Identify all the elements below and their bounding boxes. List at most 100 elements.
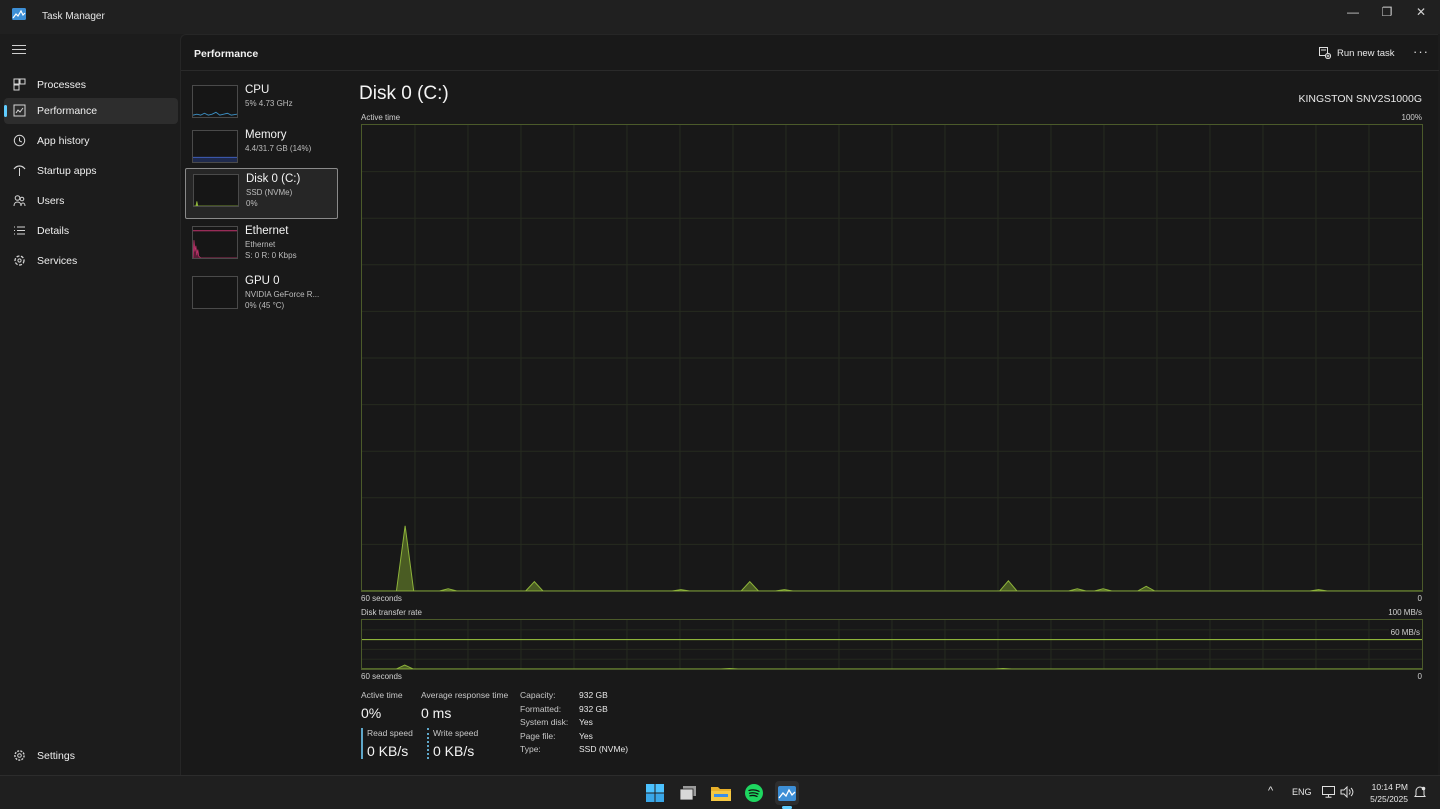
formatted-value: 932 GB <box>579 704 608 714</box>
nav-item-label: Performance <box>37 105 98 117</box>
clock-time: 10:14 PM <box>1371 782 1408 792</box>
cpu-thumbnail-graph <box>192 85 238 118</box>
taskbar-clock[interactable]: 10:14 PM 5/25/2025 <box>1364 781 1408 805</box>
file-explorer-icon[interactable] <box>709 781 733 805</box>
app-history-icon <box>13 134 26 147</box>
windows-start-icon[interactable] <box>643 781 667 805</box>
task-manager-app-icon <box>12 8 26 20</box>
content-header: Performance Run new task ··· <box>181 35 1439 71</box>
nav-item-processes[interactable]: Processes <box>4 72 178 98</box>
window-title: Task Manager <box>42 11 105 22</box>
disk-thumbnail-graph <box>193 174 239 207</box>
capacity-key: Capacity: <box>520 690 556 700</box>
device-name: Memory <box>245 129 287 141</box>
transfer-rate-line-label: 60 MB/s <box>1388 628 1420 637</box>
more-options-button[interactable]: ··· <box>1413 44 1429 59</box>
nav-item-label: Startup apps <box>37 165 97 177</box>
device-gpu-0[interactable]: GPU 0 NVIDIA GeForce R... 0% (45 °C) <box>185 271 338 322</box>
run-new-task-icon <box>1319 47 1331 59</box>
read-speed-indicator <box>361 728 363 759</box>
graph-grid <box>362 620 1422 669</box>
active-time-label: Active time <box>361 113 401 122</box>
notification-icon[interactable] <box>1414 786 1426 799</box>
disk-model: KINGSTON SNV2S1000G <box>1298 93 1422 105</box>
formatted-key: Formatted: <box>520 704 562 714</box>
transfer-rate-zero-label: 0 <box>1417 672 1422 681</box>
users-icon <box>13 195 26 207</box>
device-ethernet[interactable]: Ethernet Ethernet S: 0 R: 0 Kbps <box>185 221 338 272</box>
details-icon <box>14 226 25 235</box>
spotify-icon[interactable] <box>742 781 766 805</box>
device-usage: 0% (45 °C) <box>245 301 285 310</box>
nav-item-label: Users <box>37 195 65 207</box>
ethernet-thumbnail-graph <box>192 226 238 259</box>
startup-apps-icon <box>13 165 26 176</box>
nav-item-startup-apps[interactable]: Startup apps <box>4 158 178 184</box>
performance-panel: Performance Run new task ··· CPU 5% 4.73… <box>180 34 1439 775</box>
device-name: Disk 0 (C:) <box>246 173 301 185</box>
nav-item-label: Details <box>37 225 70 237</box>
nav-item-app-history[interactable]: App history <box>4 128 178 154</box>
nav-item-details[interactable]: Details <box>4 218 178 244</box>
write-speed-label: Write speed <box>433 728 479 738</box>
active-time-stat-label: Active time <box>361 690 403 700</box>
nav-item-label: App history <box>37 135 90 147</box>
show-hidden-icons-chevron[interactable]: ^ <box>1268 785 1273 797</box>
capacity-value: 932 GB <box>579 690 608 700</box>
avg-response-value: 0 ms <box>421 705 452 721</box>
device-usage: 0% <box>246 199 258 208</box>
input-language-indicator[interactable]: ENG <box>1292 787 1312 797</box>
nav-item-services[interactable]: Services <box>4 248 178 274</box>
volume-icon[interactable] <box>1340 786 1354 798</box>
device-disk-0[interactable]: Disk 0 (C:) SSD (NVMe) 0% <box>185 168 338 219</box>
nav-item-label: Services <box>37 255 78 267</box>
device-name: Ethernet <box>245 225 289 237</box>
hamburger-menu-icon[interactable] <box>12 45 26 57</box>
task-view-icon[interactable] <box>676 781 700 805</box>
performance-icon <box>13 104 26 117</box>
device-detail: 5% 4.73 GHz <box>245 99 293 108</box>
page-file-key: Page file: <box>520 731 556 741</box>
write-speed-indicator <box>427 728 429 759</box>
services-icon <box>14 255 25 266</box>
transfer-rate-graph <box>361 619 1423 670</box>
gpu-thumbnail-graph <box>192 276 238 309</box>
run-new-task-button[interactable]: Run new task <box>1319 45 1395 61</box>
processes-icon <box>13 78 26 91</box>
active-time-graph <box>361 124 1423 592</box>
device-detail: NVIDIA GeForce R... <box>245 290 320 299</box>
write-speed-value: 0 KB/s <box>433 743 475 759</box>
page-file-value: Yes <box>579 731 593 741</box>
settings-gear-icon <box>14 750 25 761</box>
device-cpu[interactable]: CPU 5% 4.73 GHz <box>185 80 338 131</box>
nav-item-users[interactable]: Users <box>4 188 178 214</box>
device-name: CPU <box>245 84 270 96</box>
transfer-rate-label: Disk transfer rate <box>361 608 422 617</box>
network-icon[interactable] <box>1322 786 1335 798</box>
active-time-stat-value: 0% <box>361 705 382 721</box>
active-time-zero-label: 0 <box>1417 594 1422 603</box>
type-key: Type: <box>520 744 541 754</box>
page-title: Performance <box>194 48 259 60</box>
device-detail: SSD (NVMe) <box>246 188 293 197</box>
nav-item-settings[interactable]: Settings <box>4 743 178 769</box>
task-manager-icon[interactable] <box>775 781 799 805</box>
graph-grid <box>362 125 1422 591</box>
system-disk-key: System disk: <box>520 717 569 727</box>
navigation-pane: Processes Performance App history Startu… <box>0 34 180 775</box>
type-value: SSD (NVMe) <box>579 744 629 754</box>
minimize-button[interactable]: — <box>1336 0 1370 24</box>
close-button[interactable]: ✕ <box>1404 0 1438 24</box>
avg-response-label: Average response time <box>421 690 509 700</box>
taskbar: ^ ENG 10:14 PM 5/25/2025 <box>0 775 1440 809</box>
transfer-rate-seconds-label: 60 seconds <box>361 672 402 681</box>
device-usage: S: 0 R: 0 Kbps <box>245 251 297 260</box>
active-time-seconds-label: 60 seconds <box>361 594 402 603</box>
active-time-max-label: 100% <box>1401 113 1422 122</box>
read-speed-value: 0 KB/s <box>367 743 409 759</box>
system-disk-value: Yes <box>579 717 593 727</box>
nav-item-performance[interactable]: Performance <box>4 98 178 124</box>
device-detail: 4.4/31.7 GB (14%) <box>245 144 312 153</box>
restore-button[interactable]: ❐ <box>1370 0 1404 24</box>
title-bar: Task Manager — ❐ ✕ <box>0 0 1440 34</box>
